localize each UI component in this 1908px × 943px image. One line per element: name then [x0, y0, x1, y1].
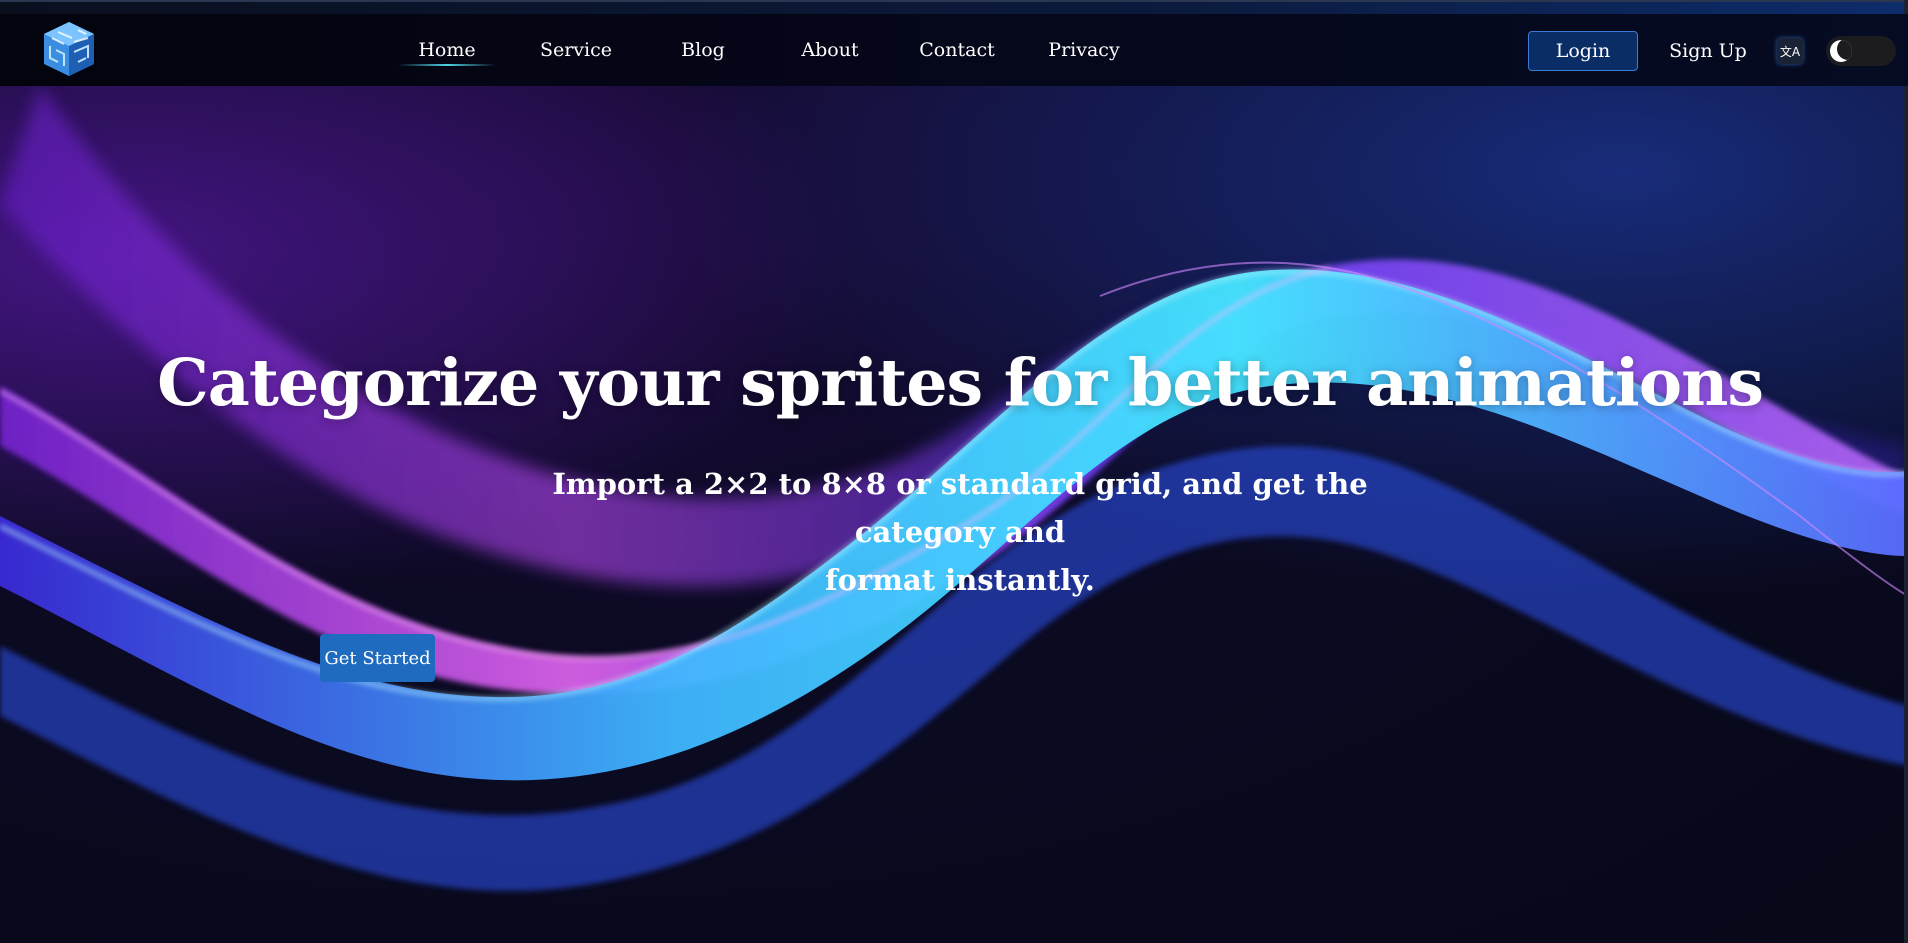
nav-about[interactable]: About: [750, 14, 910, 86]
get-started-button[interactable]: Get Started: [320, 634, 435, 682]
translate-icon[interactable]: 文A: [1777, 38, 1803, 64]
theme-toggle[interactable]: [1826, 36, 1896, 66]
moon-icon: [1830, 40, 1852, 62]
nav-contact[interactable]: Contact: [910, 14, 1004, 86]
hero-subtitle-line-2: format instantly.: [825, 563, 1095, 597]
main-nav: Home Service Blog About Contact Privacy: [398, 14, 1164, 86]
nav-home[interactable]: Home: [398, 14, 496, 86]
login-button[interactable]: Login: [1528, 31, 1638, 71]
window-right-edge: [1904, 0, 1908, 943]
signup-button[interactable]: Sign Up: [1666, 31, 1750, 71]
hero-subtitle: Import a 2×2 to 8×8 or standard grid, an…: [520, 460, 1400, 604]
window-top-bar: [0, 0, 1908, 14]
page: Home Service Blog About Contact Privacy …: [0, 0, 1908, 943]
nav-service[interactable]: Service: [496, 14, 656, 86]
nav-privacy[interactable]: Privacy: [1004, 14, 1164, 86]
cube-logo-icon[interactable]: [38, 18, 100, 80]
hero-title: Categorize your sprites for better anima…: [157, 345, 1764, 421]
hero-subtitle-line-1: Import a 2×2 to 8×8 or standard grid, an…: [552, 467, 1368, 549]
navbar: Home Service Blog About Contact Privacy …: [0, 14, 1908, 86]
nav-blog[interactable]: Blog: [656, 14, 750, 86]
